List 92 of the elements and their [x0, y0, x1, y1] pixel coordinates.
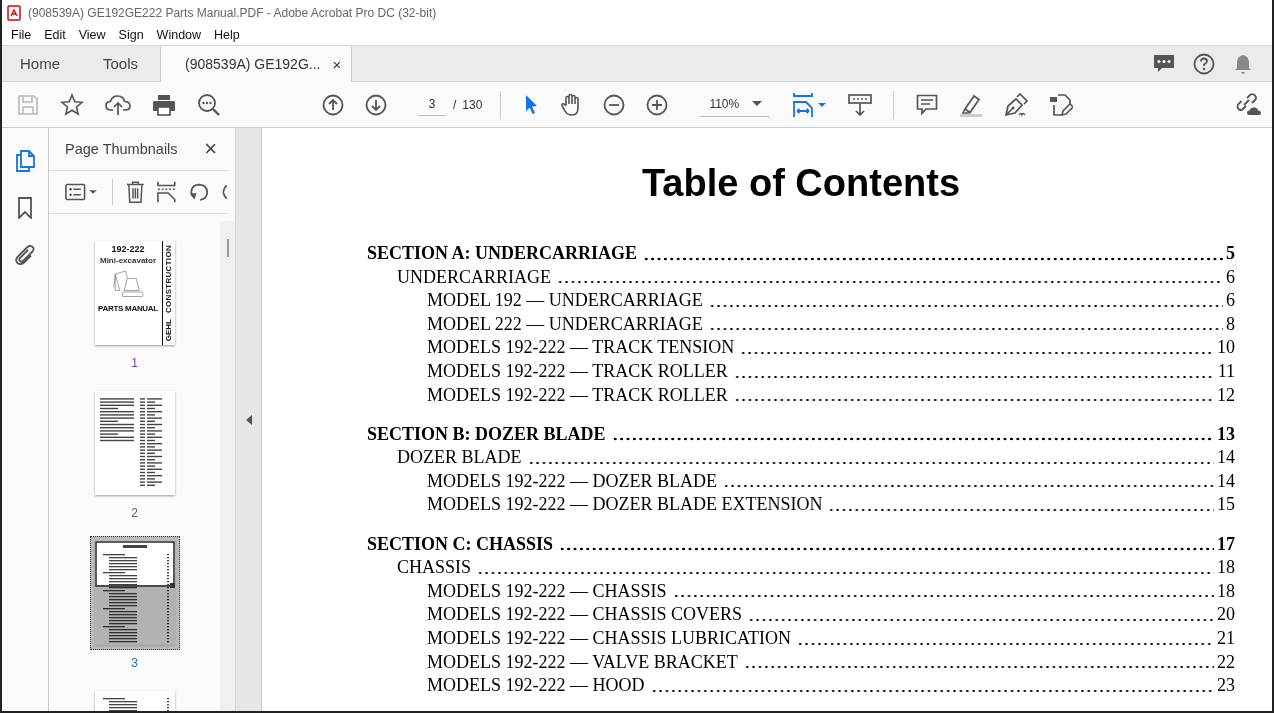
window-title: (908539A) GE192GE222 Parts Manual.PDF - Adobe Acrobat Pro DC (32-bit): [28, 5, 437, 20]
page-number: 10: [1217, 336, 1235, 360]
page-number: 6: [1226, 265, 1235, 289]
toc-entry: MODELS 192-222 — DOZER BLADE: [427, 469, 717, 493]
toc-entry: MODELS 192-222 — CHASSIS: [427, 579, 667, 603]
toc-entry: MODELS 192-222 — VALVE BRACKET: [427, 650, 738, 674]
cover-brand: GEHL: [164, 318, 173, 341]
page-number: 8: [1226, 312, 1235, 336]
page-number: 18: [1217, 579, 1235, 603]
menu-item[interactable]: Window: [151, 28, 207, 42]
menu-item[interactable]: File: [6, 28, 37, 42]
close-tab-button[interactable]: ×: [332, 55, 342, 73]
page-separator: /: [453, 97, 457, 112]
toc-entry: MODELS 192-222 — HOOD: [427, 674, 645, 698]
page-number: 21: [1217, 626, 1235, 650]
pointer-icon[interactable]: [523, 93, 540, 116]
bookmark-icon[interactable]: [17, 197, 33, 219]
pages-icon[interactable]: [15, 150, 35, 172]
comment-icon[interactable]: [1153, 53, 1175, 74]
page-number-field[interactable]: 3: [418, 93, 446, 116]
toc-entry: MODELS 192-222 — TRACK ROLLER: [427, 359, 728, 383]
page-number: 13: [1217, 422, 1235, 446]
nav-tab[interactable]: Home: [2, 46, 75, 81]
highlighter-icon[interactable]: [959, 92, 984, 117]
page-number: 22: [1217, 650, 1235, 674]
page-number: 12: [1217, 383, 1235, 407]
page-number: 14: [1217, 446, 1235, 470]
nav-tab[interactable]: Tools: [85, 46, 154, 81]
page-number-label: 1: [131, 356, 138, 370]
page-number: 5: [1226, 242, 1235, 265]
panel-title: Page Thumbnails: [65, 141, 178, 157]
section-heading: SECTION B: DOZER BLADE: [367, 422, 606, 446]
next-page-icon[interactable]: [365, 93, 387, 116]
toc-entry: MODEL 192 — UNDERCARRIAGE: [427, 289, 703, 313]
toc-entry: CHASSIS: [397, 556, 472, 580]
toc-entry: MODELS 192-222 — TRACK ROLLER: [427, 383, 728, 407]
link-cloud-icon[interactable]: [1236, 92, 1262, 117]
section-heading: SECTION C: CHASSIS: [367, 532, 554, 556]
page-number: 17: [1217, 532, 1235, 556]
page-number: 23: [1217, 674, 1235, 698]
scrollbar-thumb[interactable]: [226, 239, 229, 257]
menu-item[interactable]: Edit: [39, 28, 71, 42]
menu-item[interactable]: Sign: [113, 28, 149, 42]
zoom-in-icon[interactable]: [646, 93, 669, 116]
options-menu-icon[interactable]: [65, 182, 99, 202]
menu-item[interactable]: View: [73, 28, 111, 42]
edit-document-icon[interactable]: [1049, 92, 1074, 117]
paperclip-icon[interactable]: [14, 244, 36, 266]
rotate-icon[interactable]: [188, 181, 210, 203]
scroll-mode-icon[interactable]: [848, 92, 873, 117]
pdf-file-icon: [7, 4, 21, 21]
bell-icon[interactable]: [1233, 52, 1253, 75]
toc-entry: MODELS 192-222 — TRACK TENSION: [427, 336, 735, 360]
page-number-label: 3: [131, 656, 138, 670]
page-number: 14: [1217, 469, 1235, 493]
extract-pages-icon[interactable]: [157, 180, 176, 204]
page-number: 20: [1217, 603, 1235, 627]
caret-icon: [752, 101, 763, 107]
page-number: 11: [1217, 359, 1235, 383]
fit-width-icon[interactable]: [792, 91, 829, 118]
previous-page-icon[interactable]: [322, 93, 344, 116]
comment-icon[interactable]: [916, 93, 939, 116]
zoom-dropdown[interactable]: 110%: [700, 92, 771, 117]
page-number: 6: [1226, 289, 1235, 313]
zoom-out-icon[interactable]: [603, 93, 626, 116]
printer-icon[interactable]: [152, 93, 176, 116]
toc-entry: MODELS 192-222 — DOZER BLADE EXTENSION: [427, 493, 823, 517]
help-icon[interactable]: [1193, 52, 1215, 75]
section-heading: SECTION A: UNDERCARRIAGE: [367, 242, 638, 265]
trash-icon[interactable]: [125, 180, 145, 204]
page-count: 130: [462, 97, 483, 112]
document-title: Table of Contents: [640, 161, 962, 205]
cover-subtitle: Mini-excavator: [100, 256, 156, 265]
cover-footer: PARTS MANUAL: [98, 304, 158, 313]
document-tab[interactable]: (908539A) GE192G... ×: [160, 46, 353, 82]
toc-entry: MODELS 192-222 — CHASSIS COVERS: [427, 603, 743, 627]
toc-entry: DOZER BLADE: [397, 446, 522, 470]
page-number-label: 2: [131, 506, 138, 520]
pen-nib-icon[interactable]: [1004, 92, 1029, 117]
cover-title: 192-222: [111, 244, 145, 254]
page-number: 15: [1217, 493, 1235, 517]
page-number: 18: [1217, 556, 1235, 580]
search-icon[interactable]: [197, 92, 221, 117]
toc-entry: MODELS 192-222 — CHASSIS LUBRICATION: [427, 626, 792, 650]
star-icon[interactable]: [60, 92, 84, 117]
cover-tagline: CONSTRUCTION: [164, 245, 173, 314]
cloud-upload-icon[interactable]: [105, 92, 131, 117]
menu-item[interactable]: Help: [209, 28, 245, 42]
toc-entry: MODEL 222 — UNDERCARRIAGE: [427, 312, 703, 336]
collapse-arrow-icon[interactable]: [245, 414, 252, 425]
toc-entry: UNDERCARRIAGE: [397, 265, 551, 289]
close-panel-button[interactable]: ×: [204, 136, 217, 162]
